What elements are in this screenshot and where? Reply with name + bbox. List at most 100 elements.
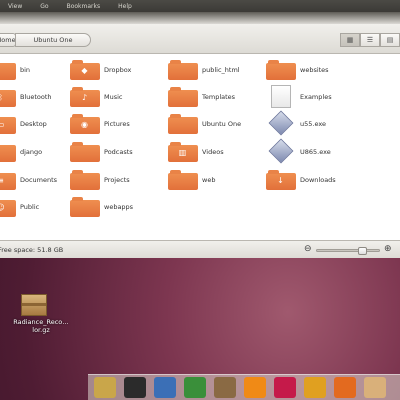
desktop-archive-item[interactable]: Radiance_Reco…lor.gz	[13, 294, 70, 350]
folder-icon: ↓	[266, 170, 296, 190]
file-item-label: Examples	[300, 93, 332, 101]
vim-launcher[interactable]	[184, 377, 206, 398]
folder-icon: ▥	[168, 142, 198, 162]
file-item[interactable]: public_html	[168, 60, 263, 84]
file-item-label: websites	[300, 66, 329, 74]
archive-icon	[21, 294, 47, 316]
file-item[interactable]: Templates	[168, 87, 263, 111]
file-item[interactable]: Podcasts	[70, 142, 165, 166]
file-item[interactable]: web	[168, 170, 263, 194]
file-item-label: Music	[104, 93, 123, 101]
list-view-button[interactable]: ☰	[360, 33, 380, 47]
menu-help[interactable]: Help	[118, 3, 132, 10]
chat-launcher[interactable]	[304, 377, 326, 398]
file-item[interactable]: ᛒ Bluetooth	[0, 87, 81, 111]
zoom-slider-handle[interactable]	[357, 247, 367, 255]
free-space-label: Free space: 51.8 GB	[0, 246, 64, 254]
file-item[interactable]: ▥ Videos	[168, 142, 263, 166]
window-title-strip	[0, 12, 400, 24]
vlc-launcher[interactable]	[244, 377, 266, 398]
folder-icon	[70, 197, 100, 217]
file-item-label: Projects	[104, 176, 130, 184]
icon-view-button[interactable]: ▦	[340, 33, 360, 47]
list-view-icon: ☰	[366, 36, 374, 44]
dropbox-icon: ◆	[81, 66, 88, 75]
file-item[interactable]: Ubuntu One	[168, 114, 263, 138]
zoom-in-icon[interactable]: ⊕	[384, 244, 392, 254]
desktop-icon: ▭	[0, 120, 5, 129]
file-item-label: Bluetooth	[20, 93, 52, 101]
menu-view[interactable]: View	[8, 3, 22, 10]
folder-icon: ☺	[0, 197, 16, 217]
folder-icon	[266, 60, 296, 80]
music-icon: ♪	[81, 93, 88, 102]
folder-icon: ♪	[70, 87, 100, 107]
file-item[interactable]: U865.exe	[266, 138, 361, 166]
file-item[interactable]: webapps	[70, 197, 165, 221]
breadcrumb-home[interactable]: Home	[0, 33, 16, 47]
file-item-label: Documents	[20, 176, 58, 184]
file-manager-window: Home Ubuntu One ▦ ☰ ▤ bin ◆ Dropbox public_…	[0, 24, 400, 258]
folder-icon: ≡	[0, 170, 16, 190]
terminal-launcher[interactable]	[124, 377, 146, 398]
file-item-label: Downloads	[300, 176, 336, 184]
file-item-label: u55.exe	[300, 120, 326, 128]
executable-file-icon	[266, 110, 296, 136]
file-item-label: U865.exe	[300, 148, 331, 156]
firefox-launcher[interactable]	[334, 377, 356, 398]
desktop-item-label: Radiance_Reco…lor.gz	[13, 318, 69, 334]
file-item[interactable]: bin	[0, 60, 81, 84]
menu-bar: View Go Bookmarks Help	[0, 0, 400, 12]
file-item[interactable]: ▭ Desktop	[0, 114, 81, 138]
browser-launcher[interactable]	[154, 377, 176, 398]
menu-go[interactable]: Go	[40, 3, 48, 10]
file-item[interactable]: websites	[266, 60, 361, 84]
file-item-label: Templates	[202, 93, 236, 101]
user-icon: ☺	[0, 203, 5, 212]
folder-icon: ▭	[0, 114, 16, 134]
camera-icon: ◉	[81, 120, 88, 129]
file-item[interactable]: ≡ Documents	[0, 170, 81, 194]
status-bar: Free space: 51.8 GB ⊖ ⊕	[0, 240, 400, 258]
folder-icon: ᛒ	[0, 87, 16, 107]
home-launcher[interactable]	[94, 377, 116, 398]
file-item[interactable]: Projects	[70, 170, 165, 194]
folder-icon	[168, 114, 198, 134]
files-launcher[interactable]	[364, 377, 386, 398]
file-item-label: Ubuntu One	[202, 120, 242, 128]
photos-launcher[interactable]	[214, 377, 236, 398]
music-launcher[interactable]	[274, 377, 296, 398]
folder-icon	[168, 170, 198, 190]
download-icon: ↓	[277, 176, 284, 185]
file-item-label: Pictures	[104, 120, 130, 128]
file-item[interactable]: Examples	[266, 85, 361, 111]
file-item[interactable]: django	[0, 142, 81, 166]
file-item-label: webapps	[104, 203, 134, 211]
zoom-slider[interactable]	[316, 247, 380, 255]
breadcrumb-current[interactable]: Ubuntu One	[15, 33, 91, 47]
compact-view-button[interactable]: ▤	[380, 33, 400, 47]
bluetooth-icon: ᛒ	[0, 93, 3, 102]
document-file-icon	[266, 85, 296, 108]
zoom-out-icon[interactable]: ⊖	[304, 244, 312, 254]
file-item[interactable]: ☺ Public	[0, 197, 81, 221]
menu-bookmarks[interactable]: Bookmarks	[67, 3, 101, 10]
folder-icon	[70, 170, 100, 190]
file-item[interactable]: ◆ Dropbox	[70, 60, 165, 84]
film-icon: ▥	[178, 148, 187, 157]
file-item[interactable]: ↓ Downloads	[266, 170, 361, 194]
folder-icon: ◆	[70, 60, 100, 80]
file-item[interactable]: ♪ Music	[70, 87, 165, 111]
file-item-label: Dropbox	[104, 66, 132, 74]
folder-icon	[0, 60, 16, 80]
folder-icon	[0, 142, 16, 162]
file-item-label: Desktop	[20, 120, 47, 128]
folder-icon	[70, 142, 100, 162]
file-grid: bin ◆ Dropbox public_html websites ᛒ Bluetooth…	[0, 54, 400, 240]
file-item-label: bin	[20, 66, 31, 74]
file-item-label: public_html	[202, 66, 240, 74]
file-item-label: django	[20, 148, 43, 156]
file-item[interactable]: u55.exe	[266, 110, 361, 138]
file-item[interactable]: ◉ Pictures	[70, 114, 165, 138]
dock	[88, 374, 400, 400]
